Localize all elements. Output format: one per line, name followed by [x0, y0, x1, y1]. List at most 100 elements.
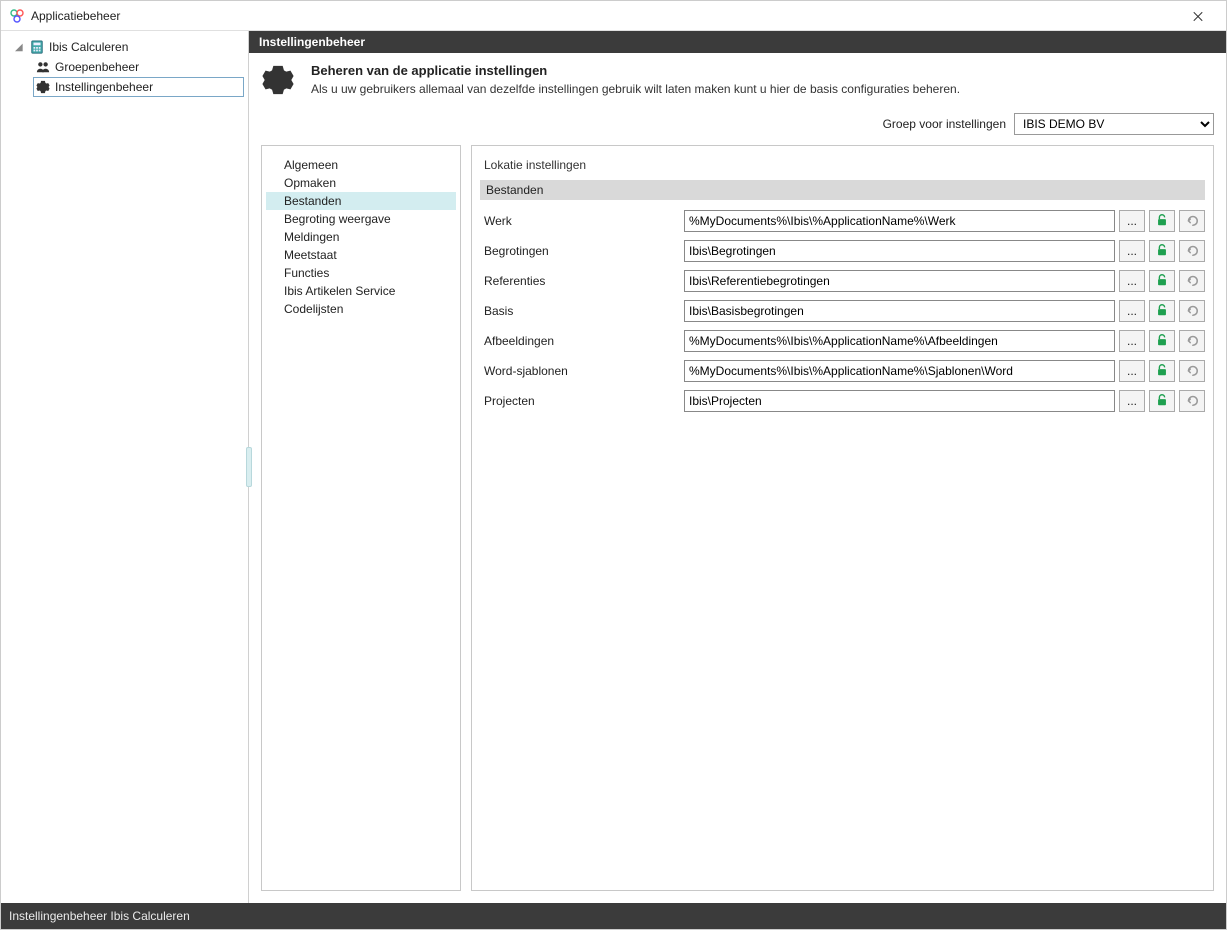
app-window: Applicatiebeheer ◢: [0, 0, 1227, 930]
lock-button[interactable]: [1149, 300, 1175, 322]
field-label: Projecten: [480, 394, 680, 408]
lock-button[interactable]: [1149, 270, 1175, 292]
main: Instellingenbeheer Beheren van de applic…: [249, 31, 1226, 903]
tree-node-groepenbeheer[interactable]: Groepenbeheer: [33, 57, 244, 77]
path-input[interactable]: [684, 240, 1115, 262]
browse-button[interactable]: ...: [1119, 390, 1145, 412]
field-row: Basis...: [480, 296, 1205, 326]
tab-meldingen[interactable]: Meldingen: [266, 228, 456, 246]
users-icon: [35, 59, 51, 75]
tab-opmaken[interactable]: Opmaken: [266, 174, 456, 192]
tab-codelijsten[interactable]: Codelijsten: [266, 300, 456, 318]
path-input[interactable]: [684, 330, 1115, 352]
lock-icon: [1155, 273, 1169, 290]
tree-node-label: Ibis Calculeren: [49, 40, 128, 54]
lock-button[interactable]: [1149, 240, 1175, 262]
lock-button[interactable]: [1149, 210, 1175, 232]
path-input[interactable]: [684, 210, 1115, 232]
titlebar: Applicatiebeheer: [1, 1, 1226, 31]
app-icon: [9, 8, 25, 24]
field-label: Word-sjablonen: [480, 364, 680, 378]
undo-icon: [1185, 393, 1199, 410]
section-title: Lokatie instellingen: [480, 156, 1205, 180]
lock-icon: [1155, 333, 1169, 350]
lock-button[interactable]: [1149, 390, 1175, 412]
lock-icon: [1155, 243, 1169, 260]
page-title: Instellingenbeheer: [249, 31, 1226, 53]
browse-button[interactable]: ...: [1119, 300, 1145, 322]
reset-button[interactable]: [1179, 270, 1205, 292]
path-input[interactable]: [684, 300, 1115, 322]
undo-icon: [1185, 273, 1199, 290]
field-label: Werk: [480, 214, 680, 228]
subsection-header: Bestanden: [480, 180, 1205, 200]
splitter-handle[interactable]: [246, 447, 252, 487]
intro-title: Beheren van de applicatie instellingen: [311, 63, 960, 78]
lock-button[interactable]: [1149, 360, 1175, 382]
tree-node-label: Groepenbeheer: [55, 60, 139, 74]
field-row: Word-sjablonen...: [480, 356, 1205, 386]
tab-meetstaat[interactable]: Meetstaat: [266, 246, 456, 264]
path-input[interactable]: [684, 390, 1115, 412]
path-input[interactable]: [684, 270, 1115, 292]
statusbar: Instellingenbeheer Ibis Calculeren: [1, 903, 1226, 929]
intro-description: Als u uw gebruikers allemaal van dezelfd…: [311, 82, 960, 96]
gear-icon: [35, 79, 51, 95]
sidebar: ◢ Ibis Calculeren: [1, 31, 249, 903]
settings-layout: AlgemeenOpmakenBestandenBegroting weerga…: [249, 145, 1226, 903]
group-selector-label: Groep voor instellingen: [883, 117, 1006, 131]
tab-algemeen[interactable]: Algemeen: [266, 156, 456, 174]
tree-node-instellingenbeheer[interactable]: Instellingenbeheer: [33, 77, 244, 97]
settings-panel: Lokatie instellingen Bestanden Werk...Be…: [471, 145, 1214, 891]
reset-button[interactable]: [1179, 210, 1205, 232]
field-label: Basis: [480, 304, 680, 318]
browse-button[interactable]: ...: [1119, 270, 1145, 292]
field-label: Referenties: [480, 274, 680, 288]
browse-button[interactable]: ...: [1119, 360, 1145, 382]
settings-tabs: AlgemeenOpmakenBestandenBegroting weerga…: [261, 145, 461, 891]
window-close-button[interactable]: [1178, 1, 1218, 31]
nav-tree: ◢ Ibis Calculeren: [13, 37, 244, 97]
field-label: Afbeeldingen: [480, 334, 680, 348]
tab-functies[interactable]: Functies: [266, 264, 456, 282]
field-row: Begrotingen...: [480, 236, 1205, 266]
path-input[interactable]: [684, 360, 1115, 382]
lock-icon: [1155, 363, 1169, 380]
intro: Beheren van de applicatie instellingen A…: [249, 53, 1226, 107]
undo-icon: [1185, 363, 1199, 380]
undo-icon: [1185, 243, 1199, 260]
browse-button[interactable]: ...: [1119, 330, 1145, 352]
reset-button[interactable]: [1179, 360, 1205, 382]
tab-bestanden[interactable]: Bestanden: [266, 192, 456, 210]
tab-begroting-weergave[interactable]: Begroting weergave: [266, 210, 456, 228]
group-selector[interactable]: IBIS DEMO BV: [1014, 113, 1214, 135]
tree-node-label: Instellingenbeheer: [55, 80, 153, 94]
lock-icon: [1155, 213, 1169, 230]
lock-icon: [1155, 393, 1169, 410]
reset-button[interactable]: [1179, 330, 1205, 352]
lock-icon: [1155, 303, 1169, 320]
close-icon: [1192, 10, 1204, 22]
gear-large-icon: [261, 63, 297, 99]
reset-button[interactable]: [1179, 240, 1205, 262]
tree-node-root[interactable]: ◢ Ibis Calculeren: [13, 37, 244, 57]
body: ◢ Ibis Calculeren: [1, 31, 1226, 903]
tab-ibis-artikelen-service[interactable]: Ibis Artikelen Service: [266, 282, 456, 300]
reset-button[interactable]: [1179, 390, 1205, 412]
undo-icon: [1185, 213, 1199, 230]
browse-button[interactable]: ...: [1119, 210, 1145, 232]
browse-button[interactable]: ...: [1119, 240, 1145, 262]
lock-button[interactable]: [1149, 330, 1175, 352]
group-selector-row: Groep voor instellingen IBIS DEMO BV: [249, 107, 1226, 145]
field-row: Werk...: [480, 206, 1205, 236]
status-text: Instellingenbeheer Ibis Calculeren: [9, 909, 190, 923]
window-title: Applicatiebeheer: [31, 9, 120, 23]
field-row: Referenties...: [480, 266, 1205, 296]
undo-icon: [1185, 333, 1199, 350]
field-row: Afbeeldingen...: [480, 326, 1205, 356]
calculator-icon: [29, 39, 45, 55]
expander-icon[interactable]: ◢: [15, 42, 27, 53]
reset-button[interactable]: [1179, 300, 1205, 322]
field-row: Projecten...: [480, 386, 1205, 416]
undo-icon: [1185, 303, 1199, 320]
